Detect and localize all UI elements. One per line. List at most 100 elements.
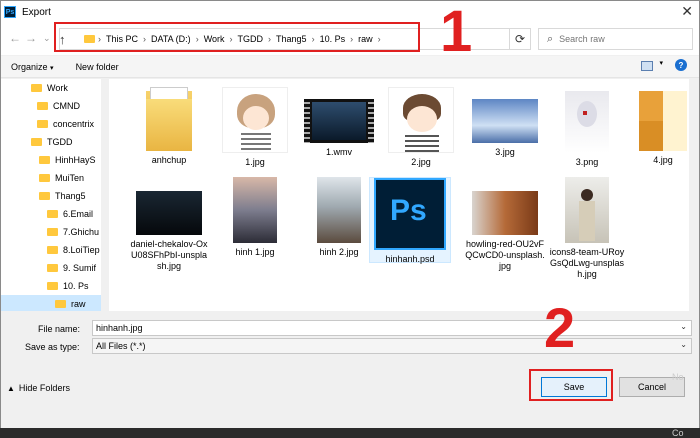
folder-icon (47, 264, 58, 272)
file-name: 1.jpg (245, 157, 265, 167)
sidebar-item-label: raw (71, 299, 86, 309)
file-item[interactable]: 4.jpg (623, 87, 700, 166)
save-type-label: Save as type: (25, 342, 80, 352)
sidebar-item[interactable]: 10. Ps (1, 277, 101, 295)
command-bar: Organize ▾ New folder (1, 56, 699, 78)
file-item[interactable]: 1.wmv (299, 87, 379, 158)
file-item[interactable]: Ps hinhanh.psd (369, 177, 451, 264)
file-name: 1.wmv (325, 147, 352, 157)
annotation-number-2: 2 (544, 296, 576, 359)
sidebar-item[interactable]: Thang5 (1, 187, 101, 205)
file-list-scrollbar[interactable] (690, 79, 699, 311)
file-name: hinhanh.psd (385, 254, 435, 264)
sidebar-item[interactable]: HinhHayS (1, 151, 101, 169)
sidebar-item[interactable]: MuiTen (1, 169, 101, 187)
file-item[interactable]: 1.jpg (215, 87, 295, 168)
folder-icon (146, 87, 192, 151)
sidebar-scrollbar[interactable] (101, 79, 109, 311)
background-radio-label-1: No (672, 372, 684, 382)
view-caret-icon[interactable]: ▾ (659, 59, 663, 67)
file-name: 2.jpg (411, 157, 431, 167)
sidebar-item[interactable]: concentrix (1, 115, 101, 133)
organize-label: Organize (11, 61, 48, 72)
folder-icon (47, 228, 58, 236)
file-thumbnail (472, 99, 538, 143)
annotation-number-1: 1 (440, 0, 473, 64)
file-item[interactable]: 3.jpg (465, 87, 545, 158)
sidebar-item-label: Work (47, 83, 68, 93)
search-input[interactable] (559, 34, 680, 44)
new-folder-button[interactable]: New folder (76, 62, 119, 72)
file-item[interactable]: 2.jpg (381, 87, 461, 168)
chevron-down-icon[interactable]: ⌄ (680, 340, 687, 349)
file-list: anhchup 1.jpg 1.wmv 2.jpg 3.jpg 3.png 4.jpg dan… (109, 79, 689, 311)
sidebar-item-label: 7.Ghichu (63, 227, 100, 237)
sidebar-item[interactable]: 8.LoiTiep (1, 241, 101, 259)
file-name-value: hinhanh.jpg (96, 323, 143, 333)
sidebar-item[interactable]: Work (1, 79, 101, 97)
file-thumbnail (233, 177, 277, 243)
sidebar-item[interactable]: TGDD (1, 133, 101, 151)
recent-chevron-icon[interactable]: ⌄ (43, 33, 51, 44)
file-thumbnail (565, 91, 609, 153)
view-options-icon[interactable] (641, 61, 653, 71)
forward-arrow-icon[interactable]: → (25, 31, 37, 45)
file-thumbnail (304, 99, 374, 143)
background-radio-label-2: Co (672, 428, 684, 438)
save-type-value: All Files (*.*) (96, 341, 146, 351)
file-name-field[interactable]: hinhanh.jpg ⌄ (92, 320, 692, 336)
navigation-pane: Work CMND concentrix TGDD HinhHayS MuiTen Than… (1, 79, 109, 311)
title-bar: Ps Export ✕ (1, 1, 699, 23)
file-item[interactable]: howling-red-OU2vFQCwCD0-unsplash.jpg (465, 177, 545, 272)
file-item[interactable]: hinh 1.jpg (215, 177, 295, 258)
sidebar-item-label: concentrix (53, 119, 95, 129)
window-title: Export (22, 6, 51, 18)
file-name: 4.jpg (653, 155, 673, 165)
sidebar-item[interactable]: raw (1, 295, 101, 311)
sidebar-item[interactable]: CMND (1, 97, 101, 115)
file-name: anhchup (151, 155, 187, 165)
annotation-box-save (529, 369, 613, 401)
organize-menu[interactable]: Organize ▾ (11, 62, 54, 72)
file-name: icons8-team-URoyGsQdLwg-unsplash.jpg (549, 247, 625, 279)
sidebar-item-label: Thang5 (55, 191, 86, 201)
sidebar-item[interactable]: 9. Sumif (1, 259, 101, 277)
save-type-select[interactable]: All Files (*.*) ⌄ (92, 338, 692, 354)
help-icon[interactable]: ? (675, 59, 687, 71)
file-name: hinh 2.jpg (319, 247, 359, 257)
close-icon[interactable]: ✕ (681, 3, 693, 20)
folder-icon (55, 300, 66, 308)
chevron-down-icon[interactable]: ⌄ (680, 322, 687, 331)
file-name: howling-red-OU2vFQCwCD0-unsplash.jpg (465, 239, 545, 271)
search-box[interactable]: ⌕ (538, 28, 693, 50)
file-item[interactable]: daniel-chekalov-OxU08SFhPbI-unsplash.jpg (129, 177, 209, 272)
file-name: 3.jpg (495, 147, 515, 157)
refresh-icon[interactable]: ⟳ (509, 28, 531, 50)
hide-folders-toggle[interactable]: ▲ Hide Folders (7, 383, 70, 393)
sidebar-item-label: TGDD (47, 137, 73, 147)
folder-icon (39, 192, 50, 200)
sidebar-item-label: 10. Ps (63, 281, 89, 291)
file-item[interactable]: 3.png (547, 87, 627, 168)
sidebar-item-label: 8.LoiTiep (63, 245, 100, 255)
sidebar-item-label: MuiTen (55, 173, 85, 183)
folder-icon (47, 282, 58, 290)
folder-icon (39, 174, 50, 182)
file-name: 3.png (575, 157, 599, 167)
folder-icon (47, 246, 58, 254)
file-item[interactable]: anhchup (129, 87, 209, 166)
file-thumbnail (388, 87, 454, 153)
file-thumbnail (639, 91, 687, 151)
sidebar-item[interactable]: 7.Ghichu (1, 223, 101, 241)
file-thumbnail: Ps (374, 178, 446, 250)
organize-caret-icon: ▾ (50, 64, 54, 72)
annotation-box-address (54, 22, 420, 52)
file-name-label: File name: (38, 324, 81, 334)
sidebar-item[interactable]: 6.Email (1, 205, 101, 223)
back-arrow-icon[interactable]: ← (9, 31, 21, 45)
file-thumbnail (565, 177, 609, 243)
folder-icon (39, 156, 50, 164)
file-item[interactable]: hinh 2.jpg (299, 177, 379, 258)
file-name: hinh 1.jpg (235, 247, 275, 257)
file-item[interactable]: icons8-team-URoyGsQdLwg-unsplash.jpg (547, 177, 627, 280)
